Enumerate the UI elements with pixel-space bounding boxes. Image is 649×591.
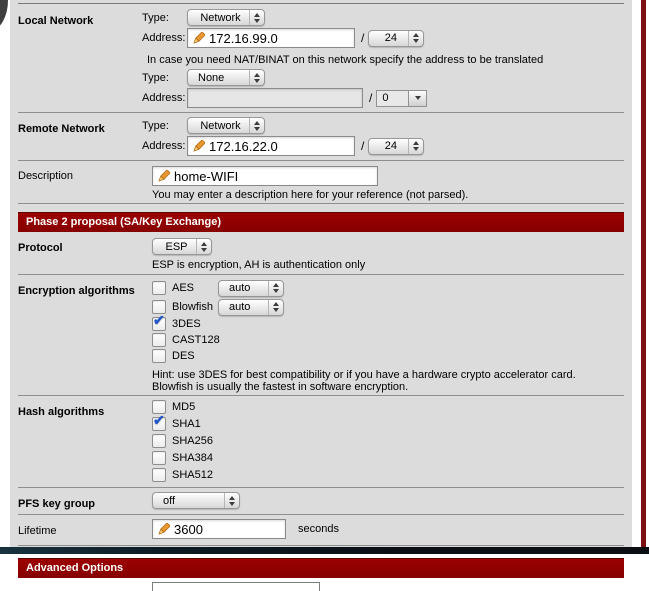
hash-option-md5: MD5 [152, 400, 624, 414]
window-corner-decoration [0, 0, 8, 30]
pencil-icon [191, 31, 206, 46]
hash-option-sha512: SHA512 [152, 468, 624, 482]
pencil-icon [156, 522, 171, 537]
description-input[interactable]: home-WIFI [152, 166, 378, 186]
stepper-icon [249, 10, 264, 25]
blowfish-label: Blowfish [172, 301, 213, 313]
encryption-option-aes: AES auto [152, 279, 624, 297]
sha1-label: SHA1 [172, 418, 201, 430]
3des-checkbox[interactable] [152, 312, 166, 331]
remote-address-label: Address: [142, 140, 186, 152]
encryption-hint: Hint: use 3DES for best compatibility or… [152, 369, 576, 393]
protocol-note: ESP is encryption, AH is authentication … [152, 259, 366, 271]
stepper-icon [249, 118, 264, 133]
aes-keylen-select[interactable]: auto [218, 279, 284, 297]
remote-network-label: Remote Network [18, 123, 105, 135]
aes-checkbox[interactable] [152, 281, 166, 295]
encryption-option-cast128: CAST128 [152, 333, 624, 347]
protocol-select[interactable]: ESP [152, 238, 212, 255]
cast128-label: CAST128 [172, 334, 220, 346]
dropdown-arrow-icon [408, 90, 427, 106]
phase2-section-header: Phase 2 proposal (SA/Key Exchange) [18, 212, 624, 232]
sha384-checkbox[interactable] [152, 451, 166, 465]
lifetime-label: Lifetime [18, 525, 57, 537]
hash-option-sha1: SHA1 [152, 412, 624, 431]
page-right-border [641, 0, 646, 547]
sha256-checkbox[interactable] [152, 434, 166, 448]
protocol-label: Protocol [18, 242, 63, 254]
row-lifetime: Lifetime 3600 seconds [18, 515, 624, 546]
advanced-options-header: Advanced Options [18, 558, 624, 578]
hash-label: Hash algorithms [18, 406, 105, 418]
des-label: DES [172, 350, 195, 362]
nat-address-label: Address: [142, 92, 186, 104]
des-checkbox[interactable] [152, 349, 166, 363]
cast128-checkbox[interactable] [152, 333, 166, 347]
row-pfs-key-group: PFS key group off [18, 488, 624, 515]
pfs-select[interactable]: off [152, 492, 240, 509]
remote-address-input[interactable]: 172.16.22.0 [187, 136, 355, 156]
prefix-separator: / [361, 139, 365, 153]
pencil-icon [191, 139, 206, 154]
row-protocol: Protocol ESP ESP is encryption, AH is au… [18, 232, 624, 275]
remote-type-label: Type: [142, 119, 169, 132]
nat-type-select[interactable]: None [187, 69, 265, 86]
remote-type-select[interactable]: Network [187, 117, 265, 134]
local-type-select[interactable]: Network [187, 9, 265, 26]
pencil-icon [156, 169, 171, 184]
stepper-icon [268, 280, 283, 296]
row-hash-algorithms: Hash algorithms MD5 SHA1 SHA256 SHA384 [18, 396, 624, 488]
local-type-label: Type: [142, 11, 169, 24]
cutoff-select[interactable] [152, 582, 320, 591]
local-network-label: Local Network [18, 15, 94, 27]
stepper-icon [408, 30, 423, 46]
md5-label: MD5 [172, 401, 196, 413]
sha384-label: SHA384 [172, 452, 213, 464]
ipsec-phase2-form: Local Network Type: Network Address: 172… [10, 0, 632, 591]
row-remote-network: Remote Network Type: Network Address: 17… [18, 113, 624, 161]
lifetime-unit-label: seconds [298, 523, 339, 535]
stepper-icon [249, 70, 264, 85]
nat-binat-note: In case you need NAT/BINAT on this netwo… [147, 54, 544, 66]
encryption-option-des: DES [152, 349, 624, 363]
sha512-checkbox[interactable] [152, 468, 166, 482]
sha256-label: SHA256 [172, 435, 213, 447]
hash-option-sha384: SHA384 [152, 451, 624, 465]
lifetime-input[interactable]: 3600 [152, 519, 286, 539]
row-description: Description home-WIFI You may enter a de… [18, 161, 624, 204]
row-encryption-algorithms: Encryption algorithms AES auto Blowfish … [18, 275, 624, 396]
stepper-icon [268, 299, 283, 315]
encryption-option-blowfish: Blowfish auto [152, 298, 624, 316]
sha512-label: SHA512 [172, 469, 213, 481]
nat-address-input[interactable] [187, 88, 363, 108]
local-prefix-select[interactable]: 24 [368, 29, 425, 47]
prefix-separator: / [369, 91, 373, 105]
3des-label: 3DES [172, 318, 201, 330]
bottom-window-edge [0, 547, 649, 554]
local-address-label: Address: [142, 32, 186, 44]
stepper-icon [408, 138, 423, 154]
description-note: You may enter a description here for you… [152, 189, 469, 201]
sha1-checkbox[interactable] [152, 412, 166, 431]
encryption-label: Encryption algorithms [18, 285, 135, 297]
hash-option-sha256: SHA256 [152, 434, 624, 448]
blowfish-keylen-select[interactable]: auto [218, 298, 284, 316]
stepper-icon [224, 493, 239, 508]
pfs-label: PFS key group [18, 498, 96, 510]
description-label: Description [18, 170, 74, 182]
encryption-option-3des: 3DES [152, 312, 624, 331]
local-address-input[interactable]: 172.16.99.0 [187, 28, 355, 48]
stepper-icon [196, 239, 211, 254]
remote-prefix-select[interactable]: 24 [368, 137, 425, 155]
nat-type-label: Type: [142, 71, 169, 84]
nat-prefix-select[interactable]: 0 [376, 89, 428, 107]
aes-label: AES [172, 282, 195, 294]
row-local-network: Local Network Type: Network Address: 172… [18, 4, 624, 113]
prefix-separator: / [361, 31, 365, 45]
